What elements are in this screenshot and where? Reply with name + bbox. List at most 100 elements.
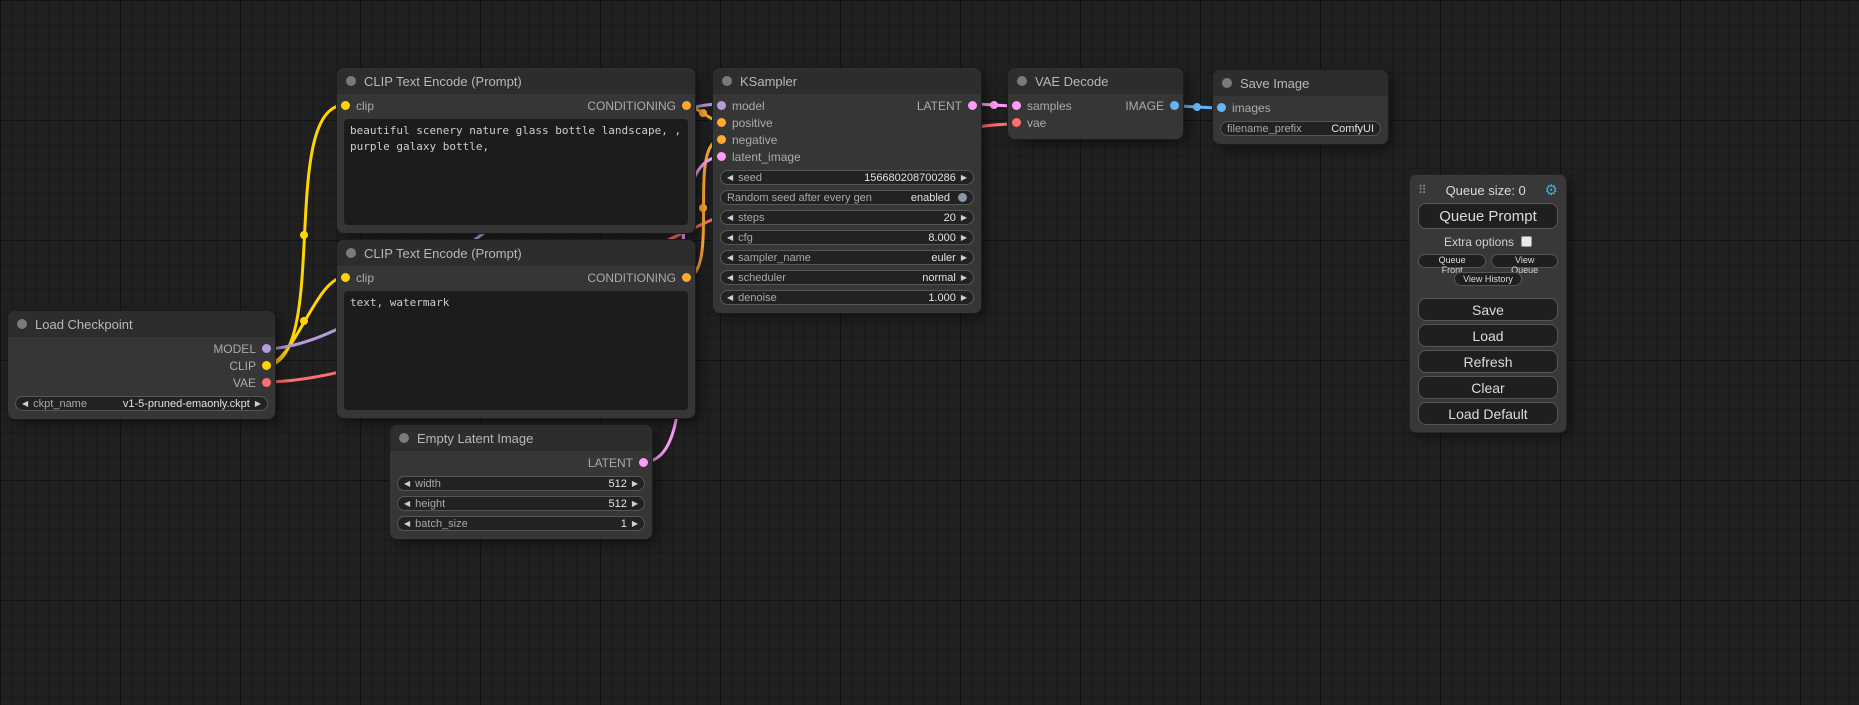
decrement-arrow-icon[interactable]: ◀ bbox=[404, 500, 410, 508]
output-dot-conditioning[interactable] bbox=[682, 273, 691, 282]
negative-prompt-textarea[interactable]: text, watermark bbox=[344, 291, 688, 410]
slot-row: model LATENT bbox=[717, 97, 977, 114]
node-title-bar[interactable]: KSampler bbox=[713, 68, 981, 94]
input-label: model bbox=[732, 99, 765, 113]
node-clip-text-encode-negative[interactable]: CLIP Text Encode (Prompt) clip CONDITION… bbox=[337, 240, 695, 418]
widget-value: 8.000 bbox=[928, 232, 956, 244]
decrement-arrow-icon[interactable]: ◀ bbox=[727, 234, 733, 242]
drag-handle-icon[interactable]: ⠿ bbox=[1418, 183, 1427, 197]
slot-row: positive bbox=[717, 114, 977, 131]
increment-arrow-icon[interactable]: ▶ bbox=[961, 294, 967, 302]
queue-front-button[interactable]: Queue Front bbox=[1418, 254, 1486, 268]
input-dot-vae[interactable] bbox=[1012, 118, 1021, 127]
save-button[interactable]: Save bbox=[1418, 298, 1558, 321]
decrement-arrow-icon[interactable]: ◀ bbox=[404, 480, 410, 488]
queue-prompt-button[interactable]: Queue Prompt bbox=[1418, 203, 1558, 229]
positive-prompt-textarea[interactable]: beautiful scenery nature glass bottle la… bbox=[344, 119, 688, 225]
output-label: MODEL bbox=[213, 342, 256, 356]
batch-size-widget[interactable]: ◀ batch_size 1 ▶ bbox=[397, 516, 645, 531]
input-dot-model[interactable] bbox=[717, 101, 726, 110]
node-title-bar[interactable]: Load Checkpoint bbox=[8, 311, 275, 337]
input-dot-latent-image[interactable] bbox=[717, 152, 726, 161]
output-dot-clip[interactable] bbox=[262, 361, 271, 370]
widget-label: filename_prefix bbox=[1227, 123, 1302, 135]
output-dot-latent[interactable] bbox=[968, 101, 977, 110]
node-load-checkpoint[interactable]: Load Checkpoint MODEL CLIP VAE ◀ ckpt_na… bbox=[8, 311, 275, 419]
node-title-bar[interactable]: Empty Latent Image bbox=[390, 425, 652, 451]
clear-button[interactable]: Clear bbox=[1418, 376, 1558, 399]
seed-widget[interactable]: ◀ seed 156680208700286 ▶ bbox=[720, 170, 974, 185]
output-dot-vae[interactable] bbox=[262, 378, 271, 387]
increment-arrow-icon[interactable]: ▶ bbox=[632, 520, 638, 528]
collapse-dot-icon[interactable] bbox=[17, 319, 27, 329]
view-history-button[interactable]: View History bbox=[1454, 272, 1522, 286]
input-dot-clip[interactable] bbox=[341, 273, 350, 282]
node-clip-text-encode-positive[interactable]: CLIP Text Encode (Prompt) clip CONDITION… bbox=[337, 68, 695, 233]
collapse-dot-icon[interactable] bbox=[346, 248, 356, 258]
increment-arrow-icon[interactable]: ▶ bbox=[632, 500, 638, 508]
output-dot-conditioning[interactable] bbox=[682, 101, 691, 110]
sampler-name-widget[interactable]: ◀ sampler_name euler ▶ bbox=[720, 250, 974, 265]
decrement-arrow-icon[interactable]: ◀ bbox=[404, 520, 410, 528]
node-title-bar[interactable]: CLIP Text Encode (Prompt) bbox=[337, 68, 695, 94]
increment-arrow-icon[interactable]: ▶ bbox=[632, 480, 638, 488]
combo-prev-arrow-icon[interactable]: ◀ bbox=[727, 254, 733, 262]
input-dot-images[interactable] bbox=[1217, 103, 1226, 112]
node-title-bar[interactable]: VAE Decode bbox=[1008, 68, 1183, 94]
height-widget[interactable]: ◀ height 512 ▶ bbox=[397, 496, 645, 511]
output-dot-model[interactable] bbox=[262, 344, 271, 353]
combo-next-arrow-icon[interactable]: ▶ bbox=[961, 274, 967, 282]
combo-next-arrow-icon[interactable]: ▶ bbox=[961, 254, 967, 262]
input-label: clip bbox=[356, 99, 374, 113]
node-title-bar[interactable]: Save Image bbox=[1213, 70, 1388, 96]
collapse-dot-icon[interactable] bbox=[1222, 78, 1232, 88]
input-label: negative bbox=[732, 133, 777, 147]
node-title: Empty Latent Image bbox=[417, 431, 533, 446]
node-ksampler[interactable]: KSampler model LATENT positive negative … bbox=[713, 68, 981, 313]
refresh-button[interactable]: Refresh bbox=[1418, 350, 1558, 373]
load-button[interactable]: Load bbox=[1418, 324, 1558, 347]
random-seed-toggle-widget[interactable]: Random seed after every gen enabled bbox=[720, 190, 974, 205]
collapse-dot-icon[interactable] bbox=[346, 76, 356, 86]
combo-prev-arrow-icon[interactable]: ◀ bbox=[727, 274, 733, 282]
input-dot-negative[interactable] bbox=[717, 135, 726, 144]
output-dot-image[interactable] bbox=[1170, 101, 1179, 110]
output-dot-latent[interactable] bbox=[639, 458, 648, 467]
view-queue-button[interactable]: View Queue bbox=[1491, 254, 1558, 268]
input-dot-clip[interactable] bbox=[341, 101, 350, 110]
decrement-arrow-icon[interactable]: ◀ bbox=[727, 174, 733, 182]
node-empty-latent-image[interactable]: Empty Latent Image LATENT ◀ width 512 ▶ … bbox=[390, 425, 652, 539]
scheduler-widget[interactable]: ◀ scheduler normal ▶ bbox=[720, 270, 974, 285]
toggle-dot-icon[interactable] bbox=[958, 193, 967, 202]
widget-label: ckpt_name bbox=[33, 398, 87, 410]
decrement-arrow-icon[interactable]: ◀ bbox=[727, 214, 733, 222]
node-save-image[interactable]: Save Image images filename_prefix ComfyU… bbox=[1213, 70, 1388, 144]
combo-next-arrow-icon[interactable]: ▶ bbox=[255, 400, 261, 408]
output-row-latent: LATENT bbox=[394, 454, 648, 471]
settings-gear-icon[interactable]: ⚙ bbox=[1545, 181, 1558, 199]
input-dot-positive[interactable] bbox=[717, 118, 726, 127]
node-vae-decode[interactable]: VAE Decode samples IMAGE vae bbox=[1008, 68, 1183, 139]
load-default-button[interactable]: Load Default bbox=[1418, 402, 1558, 425]
decrement-arrow-icon[interactable]: ◀ bbox=[727, 294, 733, 302]
increment-arrow-icon[interactable]: ▶ bbox=[961, 174, 967, 182]
slot-row: latent_image bbox=[717, 148, 977, 165]
denoise-widget[interactable]: ◀ denoise 1.000 ▶ bbox=[720, 290, 974, 305]
comfy-menu[interactable]: ⠿ Queue size: 0 ⚙ Queue Prompt Extra opt… bbox=[1410, 175, 1566, 432]
collapse-dot-icon[interactable] bbox=[399, 433, 409, 443]
increment-arrow-icon[interactable]: ▶ bbox=[961, 214, 967, 222]
cfg-widget[interactable]: ◀ cfg 8.000 ▶ bbox=[720, 230, 974, 245]
width-widget[interactable]: ◀ width 512 ▶ bbox=[397, 476, 645, 491]
widget-label: height bbox=[415, 498, 445, 510]
ckpt-name-combo[interactable]: ◀ ckpt_name v1-5-pruned-emaonly.ckpt ▶ bbox=[15, 396, 268, 411]
filename-prefix-widget[interactable]: filename_prefix ComfyUI bbox=[1220, 121, 1381, 136]
increment-arrow-icon[interactable]: ▶ bbox=[961, 234, 967, 242]
input-dot-samples[interactable] bbox=[1012, 101, 1021, 110]
extra-options-checkbox[interactable] bbox=[1521, 236, 1532, 247]
collapse-dot-icon[interactable] bbox=[722, 76, 732, 86]
combo-prev-arrow-icon[interactable]: ◀ bbox=[22, 400, 28, 408]
node-title-bar[interactable]: CLIP Text Encode (Prompt) bbox=[337, 240, 695, 266]
collapse-dot-icon[interactable] bbox=[1017, 76, 1027, 86]
node-graph-canvas[interactable]: Load Checkpoint MODEL CLIP VAE ◀ ckpt_na… bbox=[0, 0, 1859, 705]
steps-widget[interactable]: ◀ steps 20 ▶ bbox=[720, 210, 974, 225]
